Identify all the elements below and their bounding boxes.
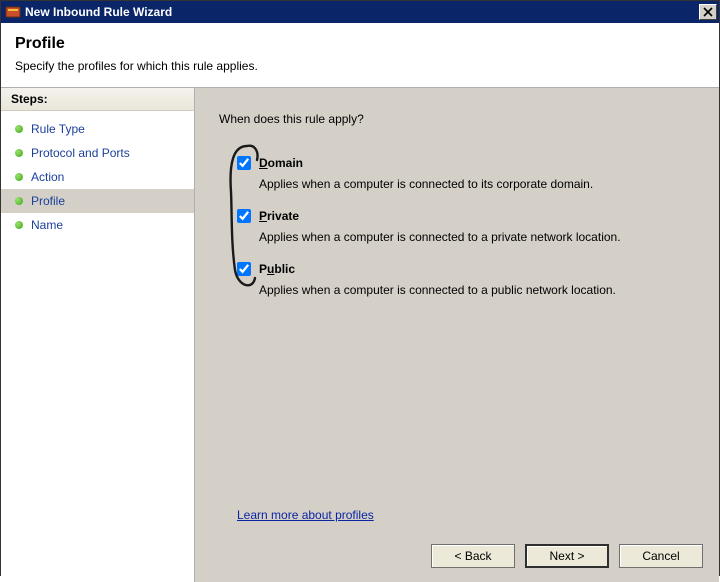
step-profile[interactable]: Profile (1, 189, 194, 213)
option-public: Public Applies when a computer is connec… (237, 262, 699, 297)
checkbox-public[interactable] (237, 262, 251, 276)
step-protocol-ports[interactable]: Protocol and Ports (1, 141, 194, 165)
next-button[interactable]: Next > (525, 544, 609, 568)
question-text: When does this rule apply? (219, 112, 699, 126)
checkbox-private[interactable] (237, 209, 251, 223)
checkbox-domain[interactable] (237, 156, 251, 170)
option-private-label[interactable]: Private (237, 209, 299, 223)
option-name: Public (259, 262, 295, 276)
step-action[interactable]: Action (1, 165, 194, 189)
next-button-label: Next > (549, 549, 584, 563)
bullet-icon (15, 221, 23, 229)
step-rule-type[interactable]: Rule Type (1, 117, 194, 141)
app-icon (5, 4, 21, 20)
back-button[interactable]: < Back (431, 544, 515, 568)
steps-heading: Steps: (1, 88, 194, 111)
main-panel: When does this rule apply? Domain Applie… (195, 88, 719, 582)
bullet-icon (15, 149, 23, 157)
option-private-desc: Applies when a computer is connected to … (259, 230, 699, 244)
steps-list: Rule Type Protocol and Ports Action Prof… (1, 111, 194, 243)
step-label: Protocol and Ports (31, 146, 130, 160)
window-title: New Inbound Rule Wizard (25, 5, 699, 19)
option-domain: Domain Applies when a computer is connec… (237, 156, 699, 191)
option-domain-desc: Applies when a computer is connected to … (259, 177, 699, 191)
cancel-button[interactable]: Cancel (619, 544, 703, 568)
cancel-button-label: Cancel (642, 549, 679, 563)
learn-more-link[interactable]: Learn more about profiles (237, 508, 374, 522)
wizard-buttons: < Back Next > Cancel (431, 544, 703, 568)
option-public-desc: Applies when a computer is connected to … (259, 283, 699, 297)
profile-options: Domain Applies when a computer is connec… (219, 156, 699, 297)
step-name[interactable]: Name (1, 213, 194, 237)
title-bar: New Inbound Rule Wizard (1, 1, 719, 23)
step-label: Profile (31, 194, 65, 208)
step-label: Action (31, 170, 64, 184)
steps-sidebar: Steps: Rule Type Protocol and Ports Acti… (1, 88, 195, 582)
page-subtitle: Specify the profiles for which this rule… (15, 59, 705, 73)
option-name: Private (259, 209, 299, 223)
wizard-header: Profile Specify the profiles for which t… (1, 23, 719, 88)
bullet-icon (15, 173, 23, 181)
page-title: Profile (15, 35, 705, 53)
bullet-icon (15, 197, 23, 205)
option-private: Private Applies when a computer is conne… (237, 209, 699, 244)
option-name: Domain (259, 156, 303, 170)
step-label: Rule Type (31, 122, 85, 136)
back-button-label: < Back (454, 549, 491, 563)
step-label: Name (31, 218, 63, 232)
option-domain-label[interactable]: Domain (237, 156, 303, 170)
option-public-label[interactable]: Public (237, 262, 295, 276)
close-button[interactable] (699, 4, 717, 20)
bullet-icon (15, 125, 23, 133)
